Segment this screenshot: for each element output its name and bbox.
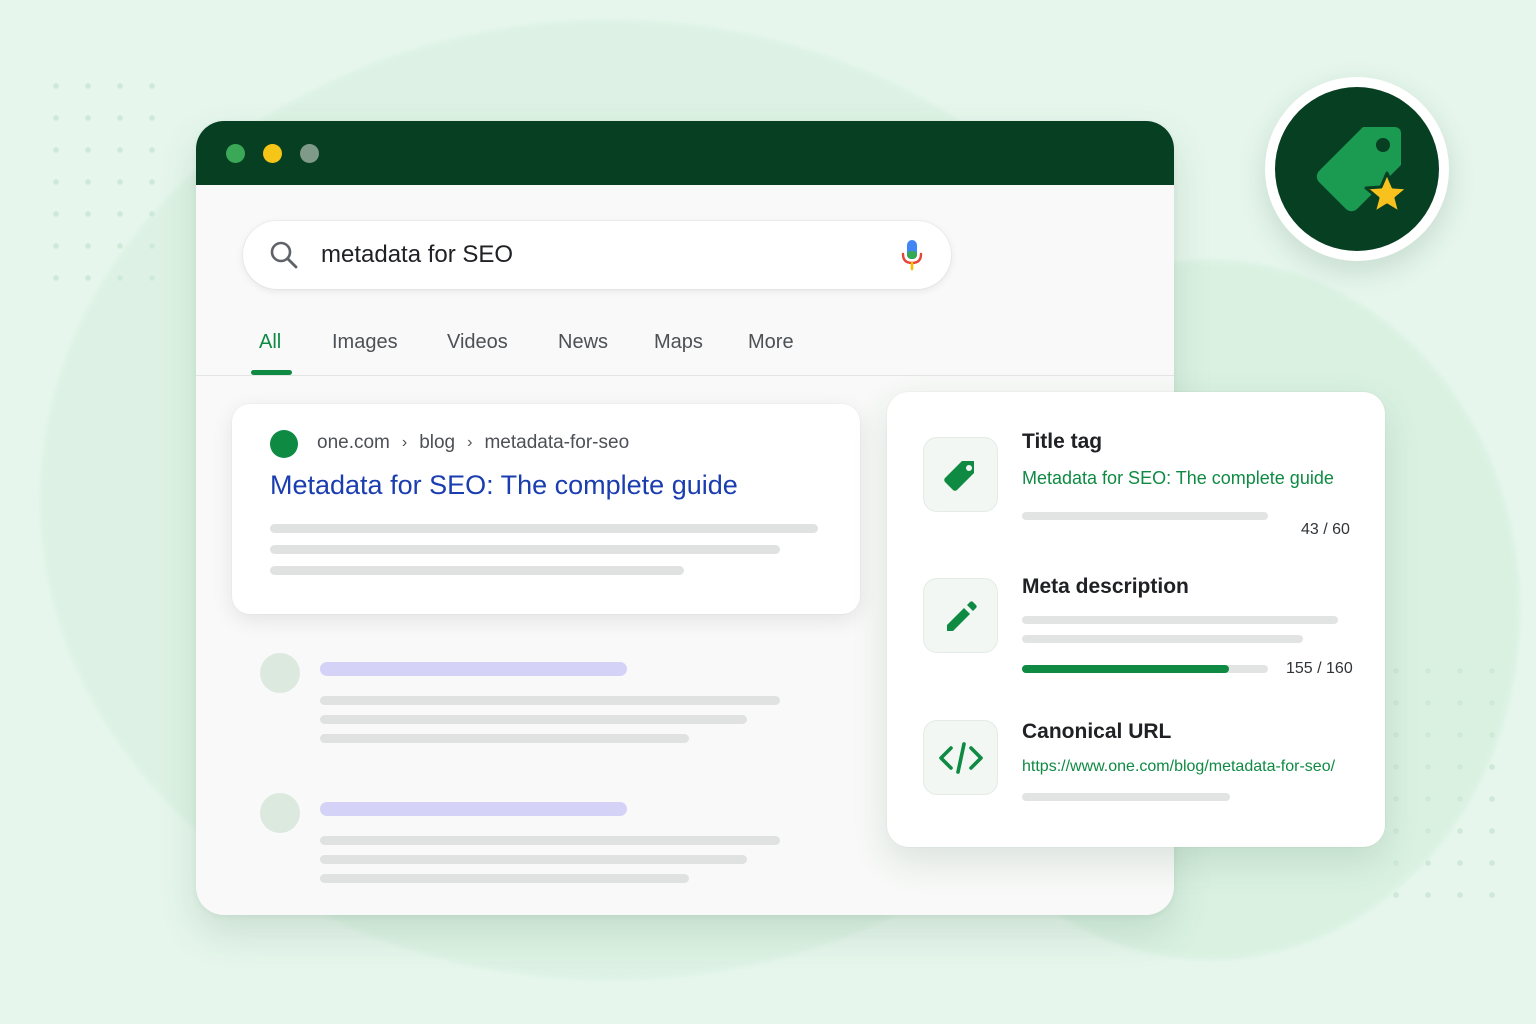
breadcrumb-domain: one.com	[317, 432, 390, 453]
placeholder-line	[320, 836, 780, 845]
window-dot-yellow[interactable]	[263, 143, 282, 163]
title-tag-icon-box	[923, 437, 998, 512]
tab-all[interactable]: All	[259, 331, 281, 354]
canonical-url-heading: Canonical URL	[1022, 720, 1172, 743]
canonical-url-icon-box	[923, 720, 998, 795]
meta-description-placeholder-line	[1022, 616, 1338, 624]
search-tabs: All Images Videos News Maps More	[196, 321, 1174, 376]
placeholder-title-line	[320, 662, 627, 676]
seo-badge	[1265, 77, 1449, 261]
tag-icon	[943, 460, 974, 491]
snippet-placeholder-line	[270, 566, 684, 575]
canonical-url-value: https://www.one.com/blog/metadata-for-se…	[1022, 758, 1336, 775]
placeholder-favicon	[260, 793, 300, 833]
search-bar[interactable]: metadata for SEO	[243, 221, 951, 289]
tab-maps[interactable]: Maps	[654, 331, 703, 354]
breadcrumb-separator: ›	[467, 434, 473, 451]
placeholder-line	[320, 855, 747, 864]
placeholder-favicon	[260, 653, 300, 693]
title-tag-placeholder-line	[1022, 512, 1268, 520]
breadcrumb-section: blog	[419, 432, 456, 453]
search-result-card[interactable]: one.com › blog › metadata-for-seo Metada…	[232, 404, 860, 614]
pencil-icon	[946, 600, 977, 631]
background-dots	[1380, 655, 1508, 915]
tab-more[interactable]: More	[748, 331, 794, 354]
meta-description-icon-box	[923, 578, 998, 653]
title-tag-value: Metadata for SEO: The complete guide	[1022, 468, 1334, 488]
placeholder-line	[320, 734, 689, 743]
code-icon	[938, 741, 983, 774]
meta-description-progress-bar	[1022, 665, 1268, 673]
search-icon[interactable]	[269, 240, 299, 270]
canonical-url-placeholder-line	[1022, 793, 1230, 801]
snippet-placeholder-line	[270, 524, 818, 533]
breadcrumb-page: metadata-for-seo	[484, 432, 630, 453]
tab-videos[interactable]: Videos	[447, 331, 508, 354]
result-title-link[interactable]: Metadata for SEO: The complete guide	[270, 470, 738, 501]
tag-star-icon	[1316, 127, 1410, 215]
browser-titlebar	[196, 121, 1174, 185]
placeholder-line	[320, 715, 747, 724]
breadcrumb: one.com › blog › metadata-for-seo	[317, 432, 629, 454]
meta-description-placeholder-line	[1022, 635, 1303, 643]
breadcrumb-separator: ›	[401, 434, 408, 451]
placeholder-line	[320, 696, 780, 705]
microphone-icon[interactable]	[899, 238, 925, 272]
snippet-placeholder-line	[270, 545, 780, 554]
title-tag-heading: Title tag	[1022, 430, 1103, 453]
window-dot-green[interactable]	[226, 143, 245, 163]
search-input[interactable]: metadata for SEO	[321, 241, 899, 269]
meta-description-progress-fill	[1022, 665, 1229, 673]
background-dots	[40, 70, 170, 300]
active-tab-indicator	[251, 370, 292, 375]
placeholder-line	[320, 874, 689, 883]
tab-news[interactable]: News	[558, 331, 608, 354]
meta-description-heading: Meta description	[1022, 575, 1189, 598]
tab-images[interactable]: Images	[332, 331, 398, 354]
meta-description-count: 155 / 160	[1286, 660, 1353, 677]
placeholder-title-line	[320, 802, 627, 816]
title-tag-count: 43 / 60	[1301, 521, 1350, 538]
metadata-panel: Title tag Metadata for SEO: The complete…	[887, 392, 1385, 847]
site-favicon	[270, 430, 298, 458]
window-dot-gray[interactable]	[300, 143, 319, 163]
seo-badge-inner	[1275, 87, 1439, 251]
